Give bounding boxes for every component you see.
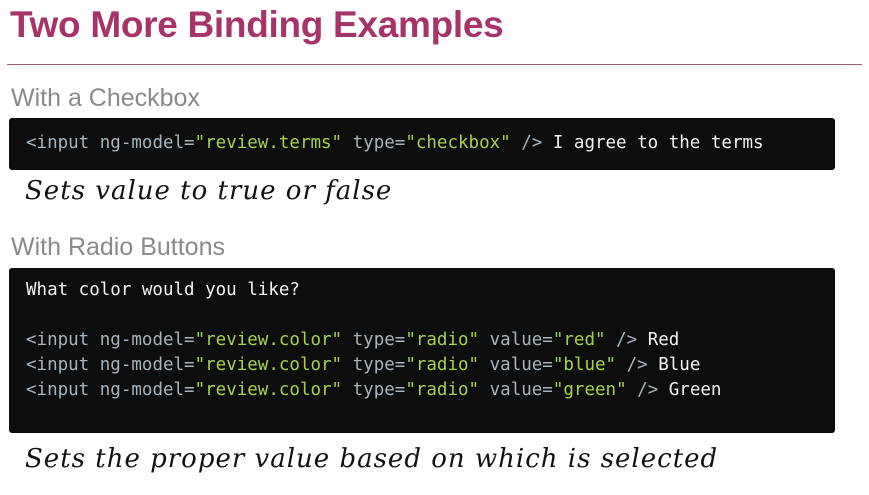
code-string: "review.color" xyxy=(194,330,343,350)
code-string: "review.color" xyxy=(194,380,343,400)
blank-code-line xyxy=(26,303,835,328)
checkbox-section-heading: With a Checkbox xyxy=(11,84,200,112)
code-tag-open: <input xyxy=(26,380,100,400)
code-attr: type= xyxy=(342,355,406,375)
code-text: I agree to the terms xyxy=(542,133,764,153)
code-attr: value= xyxy=(479,330,553,350)
code-attr: value= xyxy=(479,380,553,400)
code-string: "radio" xyxy=(405,380,480,400)
code-tag-close: /> xyxy=(626,380,659,400)
radio-section-heading: With Radio Buttons xyxy=(11,233,225,261)
code-tag-close: /> xyxy=(616,355,648,375)
slide-title: Two More Binding Examples xyxy=(10,4,504,45)
code-string: "red" xyxy=(552,330,606,350)
radio-code-block: What color would you like? <input ng-mod… xyxy=(9,268,835,433)
code-attr: ng-model= xyxy=(99,355,195,375)
code-string: "green" xyxy=(552,380,627,400)
radio-question-line: What color would you like? xyxy=(26,280,300,300)
radio-note: Sets the proper value based on which is … xyxy=(25,444,719,474)
code-attr: value= xyxy=(479,355,553,375)
radio-code-line-red: <input ng-model="review.color" type="rad… xyxy=(26,328,835,353)
code-string: "review.color" xyxy=(194,355,343,375)
code-attr: ng-model= xyxy=(99,133,195,153)
code-tag-open: <input xyxy=(26,355,100,375)
code-tag-close: /> xyxy=(605,330,638,350)
code-tag-close: /> xyxy=(510,133,543,153)
code-attr: ng-model= xyxy=(99,380,195,400)
code-attr: ng-model= xyxy=(99,330,195,350)
code-attr: type= xyxy=(342,380,406,400)
checkbox-note: Sets value to true or false xyxy=(25,176,393,206)
code-text: Blue xyxy=(647,355,701,375)
code-text: Green xyxy=(658,380,722,400)
title-divider xyxy=(7,64,862,65)
code-tag-open: <input xyxy=(26,330,100,350)
code-string: "radio" xyxy=(405,330,480,350)
code-text: Red xyxy=(637,330,680,350)
radio-code-line-blue: <input ng-model="review.color" type="rad… xyxy=(26,353,835,378)
code-attr: type= xyxy=(342,133,406,153)
radio-code-line-green: <input ng-model="review.color" type="rad… xyxy=(26,378,835,403)
checkbox-code-line: <input ng-model="review.terms" type="che… xyxy=(26,131,835,156)
code-attr: type= xyxy=(342,330,406,350)
code-tag-open: <input xyxy=(26,133,100,153)
checkbox-code-block: <input ng-model="review.terms" type="che… xyxy=(9,118,835,170)
code-string: "radio" xyxy=(405,355,480,375)
code-string: "review.terms" xyxy=(194,133,343,153)
code-string: "blue" xyxy=(552,355,617,375)
code-string: "checkbox" xyxy=(405,133,511,153)
